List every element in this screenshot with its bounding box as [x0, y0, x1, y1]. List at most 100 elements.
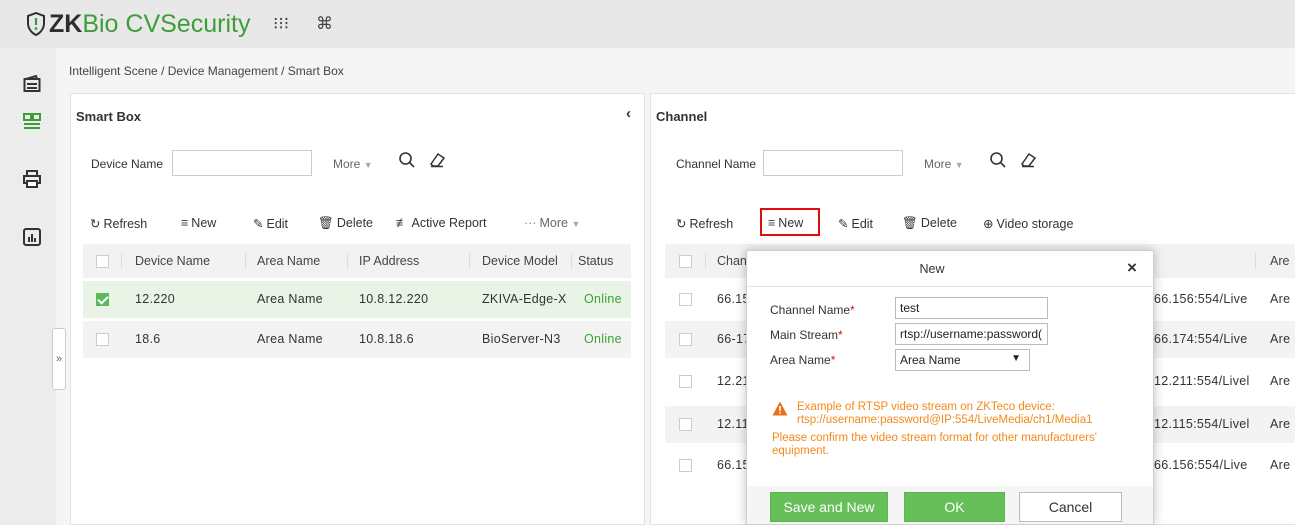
- table-row[interactable]: 18.6 Area Name 10.8.18.6 BioServer-N3 On…: [83, 321, 631, 358]
- edit-button[interactable]: ✎ Edit: [838, 216, 873, 231]
- device-name-input[interactable]: [172, 150, 312, 176]
- expand-sidebar-handle[interactable]: »: [52, 328, 66, 390]
- video-storage-button[interactable]: ⊕ Video storage: [983, 216, 1073, 231]
- brand-logo[interactable]: ZK Bio CVSecurity: [26, 8, 250, 40]
- table-row[interactable]: 12.220 Area Name 10.8.12.220 ZKIVA-Edge-…: [83, 281, 631, 318]
- area-name-select[interactable]: Area Name ▼: [895, 349, 1030, 371]
- select-all-checkbox[interactable]: [679, 255, 692, 268]
- breadcrumb: Intelligent Scene / Device Management / …: [69, 64, 344, 78]
- col-area-name[interactable]: Are: [1270, 254, 1289, 268]
- collapse-panel-icon[interactable]: ‹: [626, 105, 631, 122]
- row-checkbox[interactable]: [96, 293, 109, 306]
- trash-icon: 🗑: [318, 216, 334, 230]
- caret-down-icon: ▼: [571, 219, 581, 229]
- channel-name-input[interactable]: [763, 150, 903, 176]
- more-actions-label: More: [539, 216, 568, 230]
- access-card-icon[interactable]: [23, 75, 41, 93]
- column-separator: [705, 253, 706, 269]
- row-checkbox[interactable]: [96, 333, 109, 346]
- channel-name-field-label: Channel Name*: [770, 303, 855, 317]
- rtsp-example-line1: Example of RTSP video stream on ZKTeco d…: [797, 401, 1055, 413]
- report-chart-icon[interactable]: [23, 228, 41, 246]
- cell-area-name: Are: [1270, 292, 1291, 306]
- col-ip-address[interactable]: IP Address: [359, 254, 419, 268]
- cell-main-stream: 66.156:554/Live: [1154, 292, 1248, 306]
- area-name-selected-value: Area Name: [900, 353, 961, 367]
- channel-more-filter[interactable]: More ▼: [924, 157, 964, 171]
- select-all-checkbox[interactable]: [96, 255, 109, 268]
- shield-logo-icon: [27, 12, 45, 36]
- app-grid-icon[interactable]: ⁝⁝⁝: [273, 15, 289, 33]
- main-stream-label-text: Main Stream: [770, 328, 839, 342]
- save-and-new-button[interactable]: Save and New: [770, 492, 888, 522]
- channel-name-field[interactable]: test: [895, 297, 1048, 319]
- row-checkbox[interactable]: [679, 418, 692, 431]
- close-icon[interactable]: ×: [1127, 258, 1137, 278]
- rtsp-example-line2: rtsp://username:password@IP:554/LiveMedi…: [797, 414, 1093, 426]
- required-mark: *: [838, 328, 843, 342]
- delete-button[interactable]: 🗑 Delete: [902, 216, 957, 231]
- col-channel-name[interactable]: Chan: [717, 254, 747, 268]
- cell-device-model: ZKIVA-Edge-X: [482, 292, 567, 306]
- active-report-label: Active Report: [411, 216, 487, 230]
- format-note-line1: Please confirm the video stream format f…: [772, 432, 1097, 444]
- printer-icon[interactable]: [23, 170, 41, 188]
- report-icon: ≢: [396, 216, 409, 230]
- search-icon[interactable]: [989, 151, 1007, 169]
- row-checkbox[interactable]: [679, 293, 692, 306]
- delete-button[interactable]: 🗑 Delete: [318, 216, 373, 231]
- new-list-icon: ≡: [181, 216, 189, 230]
- required-mark: *: [830, 353, 836, 367]
- search-icon[interactable]: [398, 151, 416, 169]
- video-search-icon: ⊕: [983, 217, 994, 231]
- video-storage-label: Video storage: [996, 217, 1074, 231]
- cell-area-name: Are: [1270, 417, 1291, 431]
- cell-ip-address: 10.8.12.220: [359, 292, 429, 306]
- refresh-label: Refresh: [103, 217, 148, 231]
- delete-label: Delete: [920, 216, 958, 230]
- active-report-button[interactable]: ≢ Active Report: [396, 216, 487, 230]
- row-checkbox[interactable]: [679, 375, 692, 388]
- col-device-name[interactable]: Device Name: [135, 254, 210, 268]
- cell-channel-name: 66.15: [717, 458, 750, 472]
- cell-main-stream: 12.211:554/Livel: [1154, 374, 1250, 388]
- col-device-model[interactable]: Device Model: [482, 254, 558, 268]
- top-header: ZK Bio CVSecurity ⁝⁝⁝ ⌘: [0, 0, 1295, 48]
- grid-devices-icon[interactable]: [23, 113, 41, 131]
- dialog-header: New ×: [747, 251, 1153, 287]
- cell-channel-name: 12.21: [717, 374, 750, 388]
- refresh-icon: ↻: [90, 217, 101, 231]
- refresh-button[interactable]: ↻ Refresh: [676, 216, 733, 231]
- dialog-title: New: [919, 262, 945, 276]
- new-device-button[interactable]: ≡ New: [181, 216, 216, 230]
- main-stream-field[interactable]: rtsp://username:password(: [895, 323, 1048, 345]
- area-name-label-text: Area Name: [770, 353, 831, 367]
- ok-button[interactable]: OK: [904, 492, 1005, 522]
- row-checkbox[interactable]: [679, 333, 692, 346]
- column-separator: [121, 253, 122, 269]
- new-channel-dialog: New × Channel Name* test Main Stream* rt…: [746, 250, 1154, 525]
- col-area-name[interactable]: Area Name: [257, 254, 320, 268]
- cell-channel-name: 12.11: [717, 417, 749, 431]
- clear-filter-icon[interactable]: [428, 151, 446, 169]
- clear-filter-icon[interactable]: [1019, 151, 1037, 169]
- caret-down-icon: ▼: [954, 160, 964, 170]
- smart-box-title: Smart Box: [76, 109, 142, 124]
- pencil-icon: ✎: [838, 217, 849, 231]
- column-separator: [347, 253, 348, 269]
- cancel-button[interactable]: Cancel: [1019, 492, 1122, 522]
- brand-product-text: Bio CVSecurity: [82, 9, 251, 38]
- cell-main-stream: 12.115:554/Livel: [1154, 417, 1250, 431]
- refresh-button[interactable]: ↻ Refresh: [90, 216, 147, 231]
- col-status[interactable]: Status: [578, 254, 613, 268]
- format-note-line2: equipment.: [772, 445, 829, 457]
- command-icon[interactable]: ⌘: [316, 15, 333, 33]
- more-actions-button[interactable]: ··· More ▼: [524, 216, 580, 230]
- smart-box-table-header: Device Name Area Name IP Address Device …: [83, 244, 631, 278]
- smart-box-more-filter[interactable]: More ▼: [333, 157, 373, 171]
- row-checkbox[interactable]: [679, 459, 692, 472]
- left-sidebar: [0, 48, 56, 525]
- edit-button[interactable]: ✎ Edit: [253, 216, 288, 231]
- delete-label: Delete: [336, 216, 374, 230]
- cell-channel-name: 66.15: [717, 292, 750, 306]
